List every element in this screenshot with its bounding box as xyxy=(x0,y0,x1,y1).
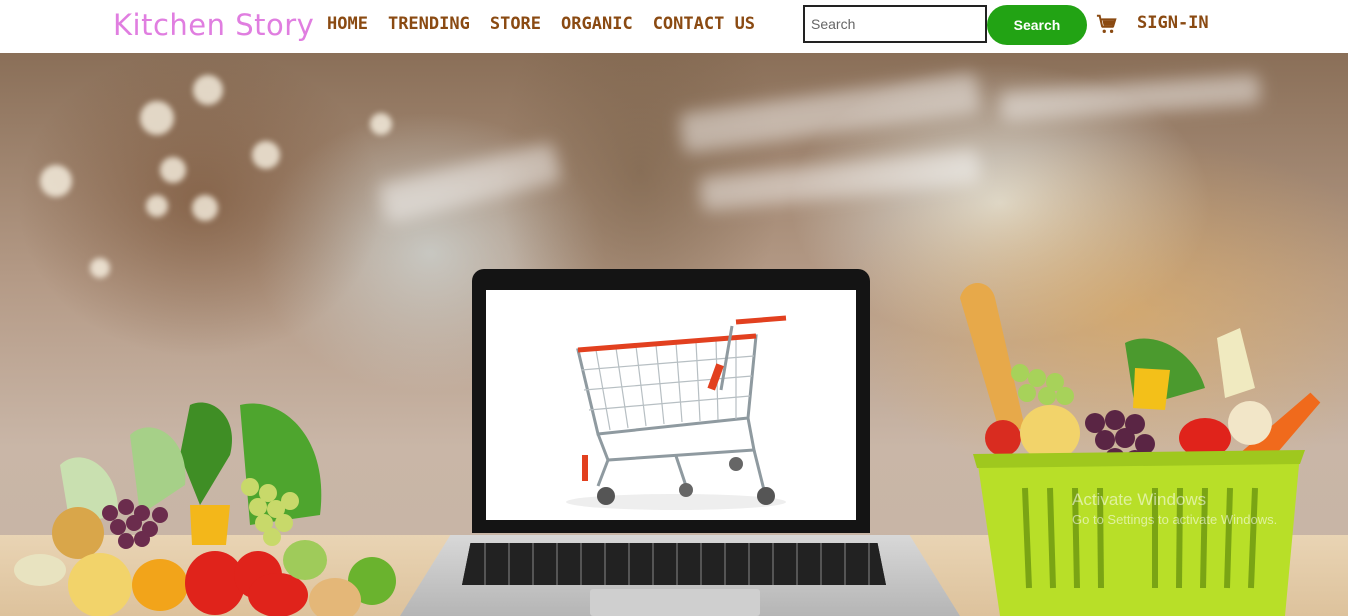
nav-link-organic[interactable]: ORGANIC xyxy=(561,12,633,36)
navbar: Kitchen Story HOME TRENDING STORE ORGANI… xyxy=(0,0,1348,53)
nav-link-contact-us[interactable]: CONTACT US xyxy=(653,12,755,36)
bokeh-light xyxy=(160,157,186,183)
shelf-light xyxy=(999,73,1261,123)
shopping-cart-image xyxy=(566,315,787,510)
bokeh-light xyxy=(252,141,280,169)
bokeh-light xyxy=(370,113,392,135)
vegetables-left-image xyxy=(14,402,396,616)
bokeh-light xyxy=(140,101,174,135)
nav-link-store[interactable]: STORE xyxy=(490,12,541,36)
bokeh-light xyxy=(192,195,218,221)
grocery-basket-image xyxy=(960,283,1321,616)
shelf-light xyxy=(698,148,982,212)
shelf-light xyxy=(678,72,982,154)
laptop-trackpad xyxy=(590,589,760,616)
nav-link-trending[interactable]: TRENDING xyxy=(388,12,470,36)
search-input[interactable] xyxy=(803,5,987,43)
brand-logo[interactable]: Kitchen Story xyxy=(113,6,314,44)
laptop-display xyxy=(486,290,856,520)
sign-in-link[interactable]: SIGN-IN xyxy=(1137,11,1209,35)
laptop-keyboard xyxy=(462,543,886,585)
nav-link-home[interactable]: HOME xyxy=(327,12,368,36)
windows-activation-watermark: Activate Windows Go to Settings to activ… xyxy=(1072,490,1277,527)
bokeh-light xyxy=(90,258,110,278)
bokeh-light xyxy=(146,195,168,217)
watermark-subtitle: Go to Settings to activate Windows. xyxy=(1072,512,1278,527)
shelf-light xyxy=(377,141,563,225)
watermark-title: Activate Windows xyxy=(1072,490,1207,509)
search-button[interactable]: Search xyxy=(987,5,1087,45)
nav-links: HOME TRENDING STORE ORGANIC CONTACT US xyxy=(327,12,775,36)
shopping-cart-icon[interactable] xyxy=(1096,13,1118,35)
bokeh-light xyxy=(193,75,223,105)
bokeh-light xyxy=(40,165,72,197)
